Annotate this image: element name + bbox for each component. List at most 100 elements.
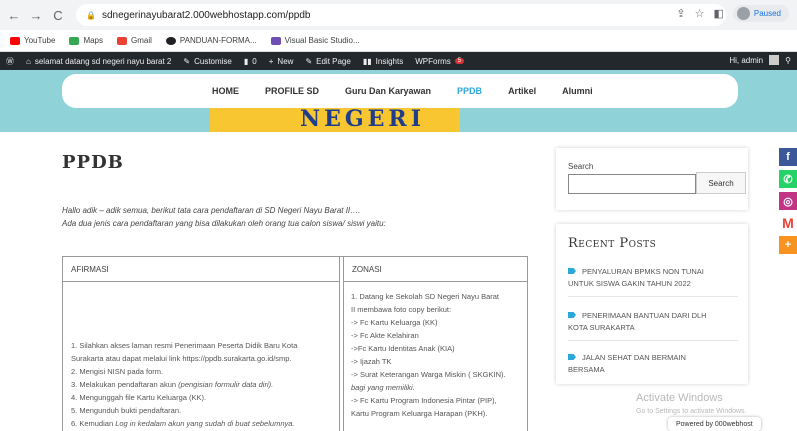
github-icon bbox=[165, 36, 176, 45]
reload-icon[interactable]: C bbox=[50, 7, 66, 23]
tag-icon bbox=[568, 268, 576, 274]
wp-edit-page[interactable]: ✎ Edit Page bbox=[305, 57, 350, 66]
instagram-icon[interactable]: ◎ bbox=[779, 192, 797, 210]
whatsapp-icon[interactable]: ✆ bbox=[779, 170, 797, 188]
table-header-afirmasi: AFIRMASI bbox=[63, 257, 340, 282]
powered-by-badge[interactable]: Powered by 000webhost bbox=[668, 417, 761, 431]
main-menu: HOME PROFILE SD Guru Dan Karyawan PPDB A… bbox=[62, 74, 738, 108]
table-cell-line: 1. Datang ke Sekolah SD Negeri Nayu Bara… bbox=[351, 292, 499, 301]
table-cell-line: 3. Melakukan pendaftaran akun (pengisian… bbox=[71, 380, 274, 389]
table-cell-line: -> Fc Kartu Program Indonesia Pintar (PI… bbox=[351, 396, 497, 405]
menu-item-artikel[interactable]: Artikel bbox=[508, 86, 536, 96]
pencil-icon: ✎ bbox=[305, 56, 313, 66]
address-bar[interactable]: 🔒 sdnegerinayubarat2.000webhostapp.com/p… bbox=[76, 4, 726, 26]
table-cell-line: II membawa foto copy berikut: bbox=[351, 305, 452, 314]
table-cell-line: -> Ijazah TK bbox=[351, 357, 392, 366]
table-cell-line: -> Surat Keterangan Warga Miskin ( SKGKI… bbox=[351, 370, 506, 379]
sidepanel-icon[interactable]: ◧ bbox=[713, 7, 723, 20]
recent-post-item[interactable]: JALAN SEHAT DAN BERMAIN BERSAMA bbox=[568, 352, 738, 376]
table-divider bbox=[339, 257, 340, 431]
back-arrow-icon[interactable]: ← bbox=[6, 7, 22, 23]
bookmark-maps[interactable]: Maps bbox=[69, 36, 103, 45]
bar-chart-icon: ▮▮ bbox=[362, 56, 372, 66]
brush-icon: ✎ bbox=[183, 56, 191, 66]
table-cell-line: ->Fc Kartu Identitas Anak (KIA) bbox=[351, 344, 455, 353]
avatar[interactable] bbox=[769, 55, 780, 65]
search-widget: Search Search bbox=[556, 148, 748, 210]
lock-icon[interactable]: 🔒 bbox=[86, 11, 96, 20]
table-cell-line: Surakarta atau dapat melalui link https:… bbox=[71, 354, 292, 363]
gmail-icon[interactable]: M bbox=[779, 214, 797, 232]
table-cell-line: 5. Mengunduh bukti pendaftaran. bbox=[71, 406, 182, 415]
forward-arrow-icon[interactable]: → bbox=[28, 7, 44, 23]
bookmark-star-icon[interactable]: ☆ bbox=[695, 7, 705, 20]
youtube-icon bbox=[10, 36, 20, 45]
visual-studio-icon bbox=[270, 36, 281, 45]
page-title: PPDB bbox=[62, 152, 124, 173]
menu-item-home[interactable]: HOME bbox=[212, 86, 239, 96]
table-cell-line: 4. Mengunggah file Kartu Keluarga (KK). bbox=[71, 393, 207, 402]
search-button[interactable]: Search bbox=[696, 172, 746, 194]
wp-customise[interactable]: ✎ Customise bbox=[183, 57, 232, 66]
wp-comments[interactable]: ▮ 0 bbox=[244, 57, 257, 66]
tag-icon bbox=[568, 354, 576, 360]
wp-insights[interactable]: ▮▮ Insights bbox=[363, 57, 403, 66]
menu-item-ppdb[interactable]: PPDB bbox=[457, 86, 482, 96]
bookmarks-bar: YouTube Maps Gmail PANDUAN-FORMA... Visu… bbox=[0, 30, 797, 52]
wp-site-name[interactable]: ⌂ selamat datang sd negeri nayu barat 2 bbox=[26, 57, 171, 66]
search-label: Search bbox=[568, 162, 594, 171]
bookmark-gmail[interactable]: Gmail bbox=[117, 36, 152, 45]
zonasi-steps: 1. Datang ke Sekolah SD Negeri Nayu Bara… bbox=[351, 290, 527, 420]
bookmark-youtube[interactable]: YouTube bbox=[10, 36, 55, 45]
table-cell-line: Kartu Program Keluarga Harapan (PKH). bbox=[351, 409, 488, 418]
divider bbox=[568, 296, 738, 297]
menu-item-profile-sd[interactable]: PROFILE SD bbox=[265, 86, 319, 96]
browser-toolbar: ← → C 🔒 sdnegerinayubarat2.000webhostapp… bbox=[0, 0, 797, 30]
avatar bbox=[736, 7, 750, 20]
bookmark-visual-basic[interactable]: Visual Basic Studio... bbox=[270, 36, 360, 45]
share-plus-icon[interactable]: + bbox=[779, 236, 797, 254]
recent-post-item[interactable]: PENERIMAAN BANTUAN DARI DLH KOTA SURAKART… bbox=[568, 310, 738, 334]
recent-post-item[interactable]: PENYALURAN BPMKS NON TUNAI UNTUK SISWA GA… bbox=[568, 266, 738, 290]
recent-posts-widget: Recent Posts PENYALURAN BPMKS NON TUNAI U… bbox=[556, 224, 748, 384]
search-icon[interactable]: ⚲ bbox=[785, 56, 791, 65]
site-header: NEGERI HOME PROFILE SD Guru Dan Karyawan… bbox=[0, 70, 797, 132]
wp-wpforms[interactable]: WPForms 5 bbox=[415, 57, 465, 66]
table-cell-line: 6. Kemudian Log in kedalam akun yang sud… bbox=[71, 419, 295, 428]
banner-text: NEGERI bbox=[300, 106, 426, 132]
menu-item-alumni[interactable]: Alumni bbox=[562, 86, 593, 96]
facebook-icon[interactable]: f bbox=[779, 148, 797, 166]
profile-paused-button[interactable]: Paused bbox=[732, 5, 789, 22]
afirmasi-steps: 1. Silahkan akses laman resmi Penerimaan… bbox=[71, 339, 337, 430]
maps-icon bbox=[69, 36, 80, 45]
wp-new[interactable]: + New bbox=[269, 57, 294, 66]
menu-item-guru-dan-karyawan[interactable]: Guru Dan Karyawan bbox=[345, 86, 431, 96]
intro-text: Hallo adik – adik semua, berikut tata ca… bbox=[62, 204, 386, 230]
url-text[interactable]: sdnegerinayubarat2.000webhostapp.com/ppd… bbox=[102, 10, 311, 21]
divider bbox=[568, 340, 738, 341]
wp-greeting[interactable]: Hi, admin bbox=[729, 56, 763, 65]
plus-icon: + bbox=[268, 56, 274, 66]
table-header-zonasi: ZONASI bbox=[344, 257, 528, 282]
ppdb-table: AFIRMASI ZONASI 1. Silahkan akses laman … bbox=[62, 256, 528, 431]
bookmark-panduan[interactable]: PANDUAN-FORMA... bbox=[165, 36, 257, 45]
share-icon[interactable]: ⇪ bbox=[676, 7, 685, 20]
table-cell-line: bagi yang memiliki. bbox=[351, 383, 415, 392]
table-cell-line: 2. Mengisi NISN pada form. bbox=[71, 367, 164, 376]
intro-line: Ada dua jenis cara pendaftaran yang bisa… bbox=[62, 219, 386, 228]
wp-admin-bar: Ⓦ ⌂ selamat datang sd negeri nayu barat 2… bbox=[0, 52, 797, 70]
table-cell-line: -> Fc Kartu Keluarga (KK) bbox=[351, 318, 438, 327]
gmail-icon bbox=[117, 36, 127, 45]
search-input[interactable] bbox=[568, 174, 696, 194]
wordpress-logo-icon[interactable]: Ⓦ bbox=[6, 56, 14, 67]
tag-icon bbox=[568, 312, 576, 318]
windows-activation-watermark: Activate Windows Go to Settings to activ… bbox=[636, 392, 747, 415]
recent-posts-title: Recent Posts bbox=[568, 236, 657, 251]
table-cell-line: 1. Silahkan akses laman resmi Penerimaan… bbox=[71, 341, 298, 350]
comment-icon: ▮ bbox=[243, 56, 249, 66]
intro-line: Hallo adik – adik semua, berikut tata ca… bbox=[62, 206, 361, 215]
table-divider bbox=[343, 257, 344, 431]
home-icon: ⌂ bbox=[26, 56, 31, 66]
notification-badge: 5 bbox=[454, 58, 465, 64]
table-cell-line: -> Fc Akte Kelahiran bbox=[351, 331, 419, 340]
